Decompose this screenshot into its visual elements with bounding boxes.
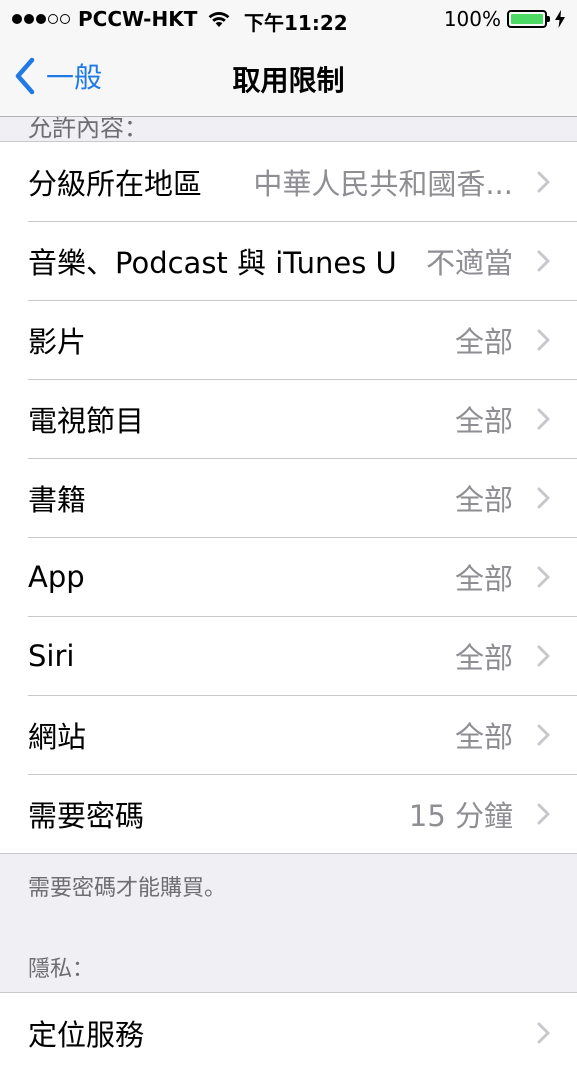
allowed-content-group: 分級所在地區 中華人民共和國香... 音樂、Podcast 與 iTunes U… [0,141,577,854]
row-value: 全部 [454,324,513,359]
row-movies[interactable]: 影片 全部 [0,300,577,379]
row-label: App [28,559,85,594]
row-value: 全部 [454,561,513,596]
row-books[interactable]: 書籍 全部 [0,458,577,537]
signal-dot-filled [36,14,46,24]
row-value: 全部 [454,482,513,517]
battery-icon [507,10,550,28]
status-left: PCCW-HKT [12,7,231,31]
chevron-right-icon [537,171,550,193]
row-tv-shows[interactable]: 電視節目 全部 [0,379,577,458]
signal-dot-filled [12,14,22,24]
page-title: 取用限制 [232,64,345,97]
row-label: 網站 [28,719,87,754]
battery-fill [511,14,543,24]
row-apps[interactable]: App 全部 [0,537,577,616]
status-bar: PCCW-HKT 下午11:22 100% [0,0,577,38]
row-value: 全部 [454,719,513,754]
signal-dot-empty [60,14,70,24]
row-label: 音樂、Podcast 與 iTunes U [28,245,397,280]
wifi-icon [208,12,230,27]
section-header-privacy: 隱私： [28,957,95,982]
battery-percent: 100% [443,7,501,31]
row-label: 定位服務 [28,1017,145,1052]
chevron-right-icon [537,329,550,351]
chevron-right-icon [537,724,550,746]
row-music-podcast-itunesu[interactable]: 音樂、Podcast 與 iTunes U 不適當 [0,221,577,300]
status-right: 100% [444,7,565,31]
charging-bolt-icon [555,10,565,28]
row-require-password[interactable]: 需要密碼 15 分鐘 [0,774,577,853]
row-siri[interactable]: Siri 全部 [0,616,577,695]
signal-dot-empty [48,14,58,24]
row-websites[interactable]: 網站 全部 [0,695,577,774]
chevron-right-icon [537,408,550,430]
row-value: 15 分鐘 [408,798,513,833]
row-label: 電視節目 [28,403,145,438]
row-value: 全部 [454,640,513,675]
navigation-bar: 一般 取用限制 [0,38,577,117]
section-footer-note: 需要密碼才能購買。 [28,876,227,901]
row-label: 需要密碼 [28,798,145,833]
signal-dot-filled [24,14,34,24]
chevron-right-icon [537,803,550,825]
row-label: Siri [28,638,75,673]
row-value: 中華人民共和國香... [253,166,513,201]
row-value: 全部 [454,403,513,438]
row-label: 影片 [28,324,87,359]
row-location-services[interactable]: 定位服務 [0,993,577,1072]
status-time: 下午11:22 [244,11,348,35]
chevron-right-icon [537,1022,550,1044]
row-label: 分級所在地區 [28,166,203,201]
chevron-right-icon [537,487,550,509]
carrier-name: PCCW-HKT [78,7,198,31]
chevron-right-icon [537,566,550,588]
row-value: 不適當 [425,245,513,280]
row-ratings-region[interactable]: 分級所在地區 中華人民共和國香... [0,142,577,221]
chevron-right-icon [537,250,550,272]
privacy-group: 定位服務 [0,992,577,1072]
chevron-right-icon [537,645,550,667]
row-label: 書籍 [28,482,87,517]
